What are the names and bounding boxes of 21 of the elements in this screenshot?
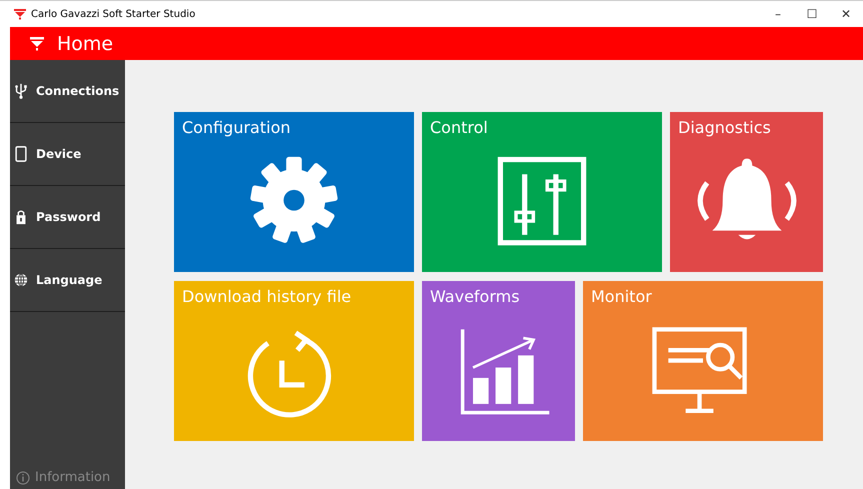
tablet-icon [14,146,28,162]
maximize-button[interactable]: ☐ [795,7,829,21]
usb-icon [14,83,28,99]
minimize-button[interactable]: – [761,7,795,21]
bar-chart-icon [460,328,549,414]
close-button[interactable]: ✕ [829,7,863,21]
gear-icon [250,156,338,244]
window-title: Carlo Gavazzi Soft Starter Studio [31,8,196,20]
clock-icon [248,330,332,417]
info-icon [16,470,30,484]
logo-icon [30,36,44,50]
tile[interactable]: Configuration [174,112,414,272]
globe-icon [14,272,28,288]
monitor-search-icon [652,326,747,413]
sliders-icon [498,156,586,245]
lock-icon [14,209,28,225]
tile[interactable]: Diagnostics [670,112,823,272]
page-title: Home [57,32,114,54]
tile[interactable]: Waveforms [422,281,575,441]
bell-icon [697,158,796,239]
logo-icon [14,8,26,20]
